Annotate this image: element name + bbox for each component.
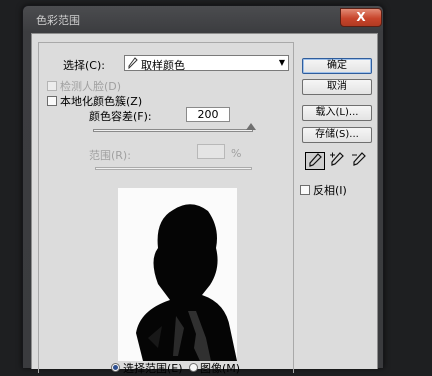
fuzziness-slider-thumb[interactable] bbox=[246, 123, 256, 130]
save-button[interactable]: 存储(S)... bbox=[302, 127, 372, 143]
fuzziness-slider[interactable] bbox=[93, 129, 253, 132]
range-label: 范围(R): bbox=[89, 149, 131, 162]
options-group: 选择(C): 取样颜色 ▼ 检测人脸(D) 本地化颜色簇(Z) 颜色容差(F):… bbox=[38, 42, 294, 375]
view-image-label: 图像(M) bbox=[200, 362, 241, 375]
ok-button[interactable]: 确定 bbox=[302, 58, 372, 74]
fuzziness-label: 颜色容差(F): bbox=[89, 110, 152, 123]
fuzziness-input[interactable]: 200 bbox=[186, 107, 230, 122]
eyedropper-icon bbox=[128, 57, 138, 72]
range-slider[interactable] bbox=[95, 167, 252, 170]
view-image-radio[interactable] bbox=[189, 363, 198, 372]
preview-image bbox=[118, 188, 237, 361]
dialog-body: 选择(C): 取样颜色 ▼ 检测人脸(D) 本地化颜色簇(Z) 颜色容差(F):… bbox=[31, 33, 378, 375]
view-selection-radio[interactable] bbox=[111, 363, 120, 372]
range-input[interactable] bbox=[197, 144, 225, 159]
localized-clusters-label: 本地化颜色簇(Z) bbox=[60, 95, 143, 108]
select-dropdown[interactable]: 取样颜色 ▼ bbox=[124, 55, 289, 72]
color-range-dialog: 色彩范围 X 选择(C): 取样颜色 ▼ 检测人脸(D) 本地化颜色簇(Z) 颜… bbox=[22, 5, 384, 375]
eyedropper-minus-icon[interactable] bbox=[349, 152, 369, 170]
load-button[interactable]: 载入(L)... bbox=[302, 105, 372, 121]
view-selection-label: 选择范围(E) bbox=[123, 362, 183, 375]
detect-faces-label: 检测人脸(D) bbox=[60, 80, 122, 93]
range-unit: % bbox=[231, 147, 242, 160]
dialog-title: 色彩范围 bbox=[36, 14, 80, 27]
localized-clusters-checkbox[interactable] bbox=[47, 96, 57, 106]
chevron-down-icon: ▼ bbox=[278, 58, 285, 67]
invert-label: 反相(I) bbox=[313, 184, 347, 197]
eyedropper-plus-icon[interactable] bbox=[327, 152, 347, 170]
invert-checkbox[interactable] bbox=[300, 185, 310, 195]
eyedropper-icon[interactable] bbox=[305, 152, 325, 170]
select-label: 选择(C): bbox=[63, 59, 105, 72]
cancel-button[interactable]: 取消 bbox=[302, 79, 372, 95]
close-button[interactable]: X bbox=[340, 8, 382, 27]
detect-faces-checkbox[interactable] bbox=[47, 81, 57, 91]
select-value: 取样颜色 bbox=[141, 59, 185, 72]
